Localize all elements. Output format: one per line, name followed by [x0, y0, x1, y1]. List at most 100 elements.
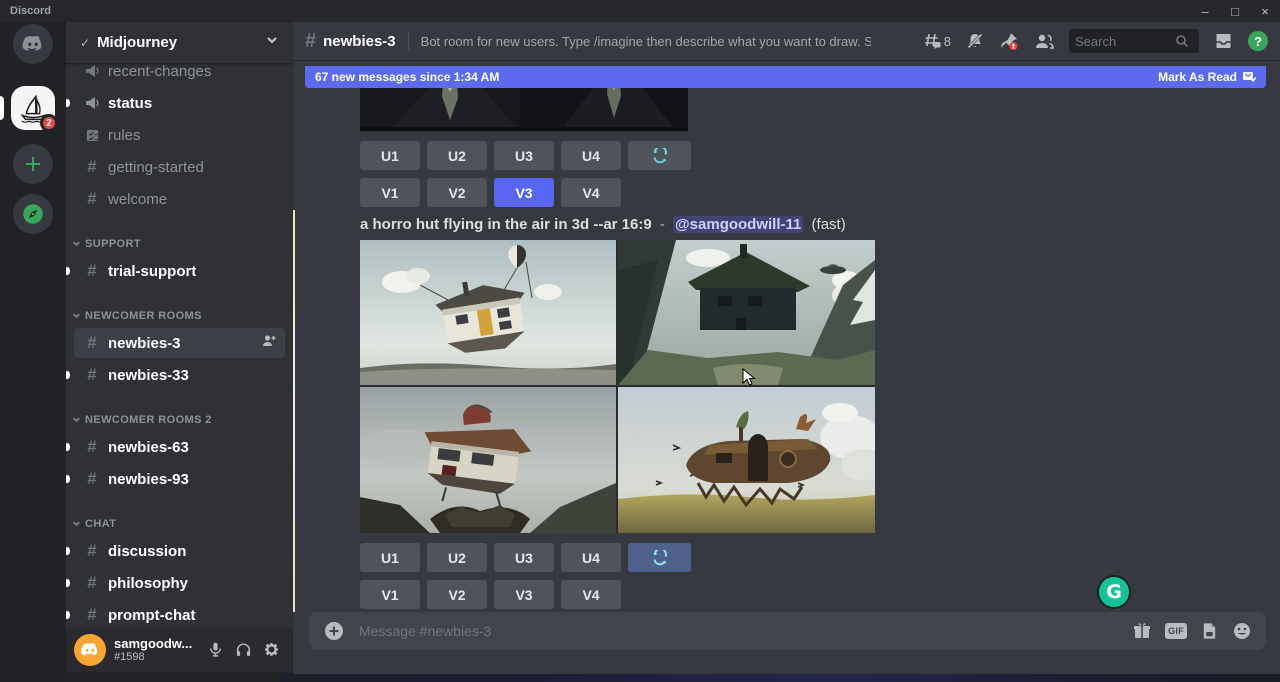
hash-bubble-icon	[922, 31, 942, 51]
image-crooked-house-rocks[interactable]	[360, 387, 616, 533]
invite-people-icon[interactable]	[261, 333, 277, 353]
section-support[interactable]: SUPPORT	[66, 228, 293, 254]
message-composer[interactable]: GIF	[309, 612, 1266, 650]
plus-circle-icon	[323, 620, 345, 642]
user-panel: samgoodw... #1598	[66, 627, 293, 672]
user-mention[interactable]: @samgoodwill-11	[673, 216, 803, 233]
notification-settings-button[interactable]	[965, 31, 985, 51]
help-icon: ?	[1248, 31, 1268, 51]
plus-icon	[23, 154, 43, 174]
sidebar-item-philosophy[interactable]: # philosophy	[74, 568, 285, 598]
add-server-button[interactable]	[13, 144, 53, 184]
v4-button[interactable]: V4	[561, 178, 621, 207]
gif-button[interactable]: GIF	[1165, 623, 1187, 639]
sidebar-item-rules[interactable]: rules	[74, 120, 285, 150]
explore-servers-button[interactable]	[13, 194, 53, 234]
username: samgoodw...	[114, 636, 192, 651]
sidebar-item-status[interactable]: status	[74, 88, 285, 118]
help-button[interactable]: ?	[1248, 31, 1268, 51]
sidebar-item-newbies-93[interactable]: # newbies-93	[74, 464, 285, 494]
u2-button[interactable]: U2	[427, 141, 487, 170]
threads-button[interactable]: 8	[922, 31, 951, 51]
inbox-button[interactable]	[1213, 31, 1234, 51]
image-flying-house-balloons[interactable]	[360, 240, 616, 385]
section-label: NEWCOMER ROOMS 2	[85, 414, 212, 426]
sidebar-item-prompt-chat[interactable]: # prompt-chat	[74, 600, 285, 627]
deafen-button[interactable]	[229, 636, 257, 664]
image-floating-island-house[interactable]	[618, 387, 875, 533]
v3-button-active[interactable]: V3	[494, 178, 554, 207]
generated-image-grid[interactable]	[360, 240, 875, 533]
u1-button[interactable]: U1	[360, 543, 420, 572]
channel-label: newbies-63	[108, 439, 189, 456]
upscale-row-2: U1 U2 U3 U4	[360, 543, 698, 572]
emoji-button[interactable]	[1232, 621, 1252, 641]
u4-button[interactable]: U4	[561, 141, 621, 170]
u4-button[interactable]: U4	[561, 543, 621, 572]
search-input[interactable]	[1075, 34, 1175, 49]
sidebar-item-newbies-63[interactable]: # newbies-63	[74, 432, 285, 462]
reroll-button[interactable]	[628, 141, 691, 170]
variation-row-1: V1 V2 V3 V4	[360, 178, 628, 207]
section-newcomer-rooms[interactable]: NEWCOMER ROOMS	[66, 300, 293, 326]
u3-button[interactable]: U3	[494, 141, 554, 170]
server-header[interactable]: ✓ Midjourney	[66, 22, 293, 64]
sidebar-item-welcome[interactable]: # welcome	[74, 184, 285, 214]
sidebar-item-recent-changes[interactable]: recent-changes	[74, 64, 285, 86]
server-rail: 2	[0, 22, 66, 682]
microphone-icon	[207, 641, 224, 658]
pin-icon	[999, 31, 1019, 51]
v2-button[interactable]: V2	[427, 580, 487, 609]
window-titlebar: Discord – □ ×	[0, 0, 1280, 22]
channel-topic[interactable]: Bot room for new users. Type /imagine th…	[421, 34, 871, 49]
u3-button[interactable]: U3	[494, 543, 554, 572]
mark-as-read-button[interactable]: Mark As Read	[1158, 70, 1256, 84]
u2-button[interactable]: U2	[427, 543, 487, 572]
channel-label: getting-started	[108, 159, 204, 176]
search-box[interactable]	[1069, 29, 1199, 53]
sidebar-item-newbies-3[interactable]: # newbies-3	[74, 328, 285, 358]
user-settings-button[interactable]	[257, 636, 285, 664]
grammarly-badge[interactable]: G	[1097, 575, 1131, 609]
message-input[interactable]	[359, 623, 1119, 639]
v1-button[interactable]: V1	[360, 178, 420, 207]
image-cabin-mountains[interactable]	[618, 240, 875, 385]
message-prompt-line: a horro hut flying in the air in 3d --ar…	[360, 216, 846, 233]
hash-icon: #	[82, 333, 102, 353]
sidebar-item-trial-support[interactable]: # trial-support	[74, 256, 285, 286]
reroll-icon	[652, 550, 668, 566]
user-avatar[interactable]	[74, 634, 106, 666]
header-divider	[408, 32, 409, 50]
new-messages-banner[interactable]: 67 new messages since 1:34 AM Mark As Re…	[305, 66, 1266, 88]
home-button[interactable]	[13, 24, 53, 64]
channel-header: # newbies-3 Bot room for new users. Type…	[293, 22, 1280, 60]
left-accent-line	[293, 210, 295, 612]
gift-button[interactable]	[1132, 621, 1152, 641]
member-list-button[interactable]	[1033, 31, 1055, 51]
maximize-button[interactable]: □	[1220, 0, 1250, 22]
sidebar-item-getting-started[interactable]: # getting-started	[74, 152, 285, 182]
compass-icon	[20, 201, 46, 227]
mute-mic-button[interactable]	[201, 636, 229, 664]
hash-icon: #	[82, 157, 102, 177]
user-info[interactable]: samgoodw... #1598	[114, 636, 192, 663]
close-button[interactable]: ×	[1250, 0, 1280, 22]
v1-button[interactable]: V1	[360, 580, 420, 609]
unread-dot	[66, 443, 70, 451]
minimize-button[interactable]: –	[1190, 0, 1220, 22]
pinned-messages-button[interactable]	[999, 31, 1019, 51]
section-newcomer-rooms-2[interactable]: NEWCOMER ROOMS 2	[66, 404, 293, 430]
v4-button[interactable]: V4	[561, 580, 621, 609]
sticker-button[interactable]	[1200, 621, 1219, 641]
reroll-button[interactable]	[628, 543, 691, 572]
u1-button[interactable]: U1	[360, 141, 420, 170]
sidebar-item-newbies-33[interactable]: # newbies-33	[74, 360, 285, 390]
v2-button[interactable]: V2	[427, 178, 487, 207]
v3-button[interactable]: V3	[494, 580, 554, 609]
inbox-icon	[1213, 31, 1234, 51]
server-mention-badge: 2	[40, 114, 58, 132]
attach-file-button[interactable]	[323, 620, 345, 642]
section-chat[interactable]: CHAT	[66, 508, 293, 534]
sidebar-item-discussion[interactable]: # discussion	[74, 536, 285, 566]
channel-label: newbies-33	[108, 367, 189, 384]
